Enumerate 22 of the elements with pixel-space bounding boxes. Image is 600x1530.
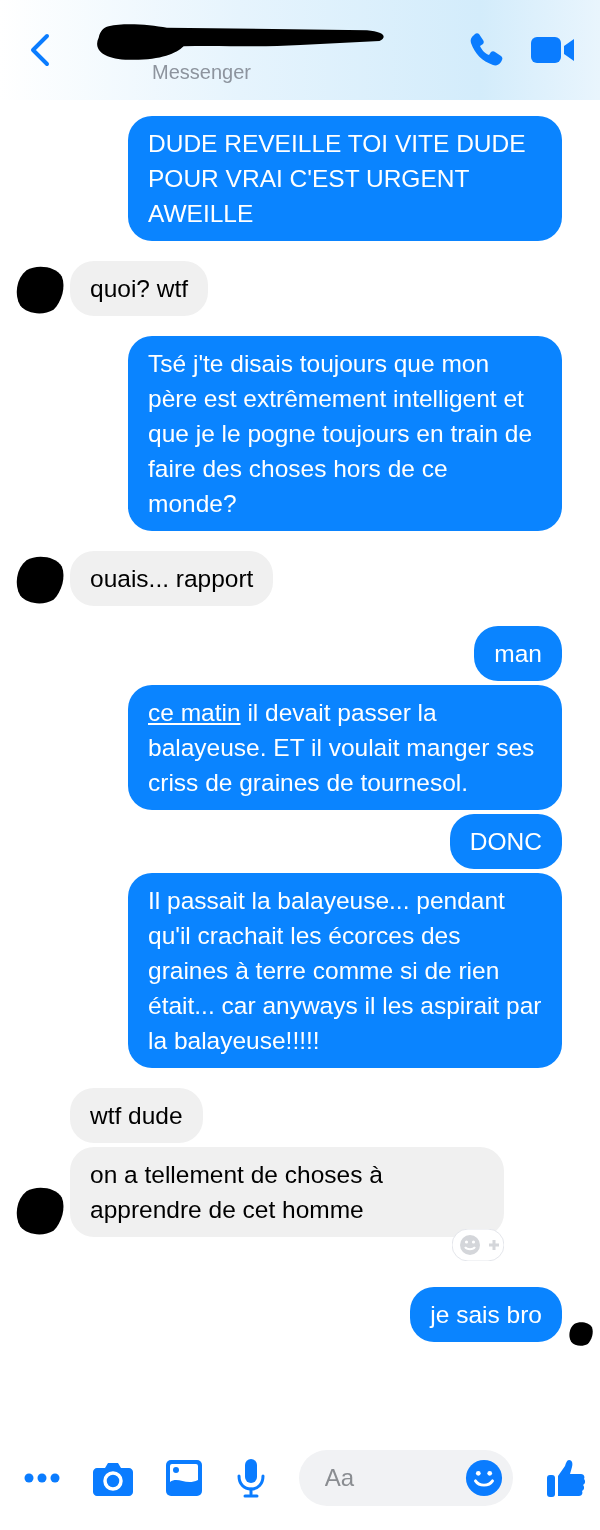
camera-icon[interactable] [93,1460,134,1496]
app-subtitle: Messenger [152,60,251,84]
message-input-field[interactable]: Aa [298,1450,513,1506]
message-bubble: ce matin il devait passer la balayeuse. ET il voulait manger ses criss de graines de tournesol. [128,685,562,810]
thumbs-up-icon[interactable] [545,1458,586,1498]
message-bubble: DUDE REVEILLE TOI VITE DUDE POUR VRAI C'EST URGENT AWEILLE [128,116,562,241]
more-icon[interactable] [24,1473,60,1483]
message-input[interactable]: Aa [322,1463,465,1493]
image-icon[interactable] [166,1460,203,1496]
message-bubble: quoi? wtf [70,261,209,316]
message-bubble: je sais bro [410,1287,562,1342]
message-bubble: Tsé j'te disais toujours que mon père est extrêmement intelligent et que je le pogne toujours en train de faire des choses hors de ce monde? [128,336,562,531]
message-bubble: wtf dude [70,1088,203,1143]
message-bubble: on a tellement de choses à apprendre de cet homme [70,1147,504,1237]
message-bubble: Il passait la balayeuse... pendant qu'il crachait les écorces des graines à terre comme si de rien était... car anyways il les aspirait par la balayeuse!!!!! [128,873,562,1068]
back-icon[interactable] [30,33,50,67]
message-bubble: ouais... rapport [70,551,274,606]
microphone-icon[interactable] [235,1458,266,1498]
emoji-icon[interactable] [464,1459,503,1497]
link[interactable]: ce matin [148,699,241,726]
message-bubble: DONC [449,814,562,869]
message-bubble: man [474,626,562,681]
